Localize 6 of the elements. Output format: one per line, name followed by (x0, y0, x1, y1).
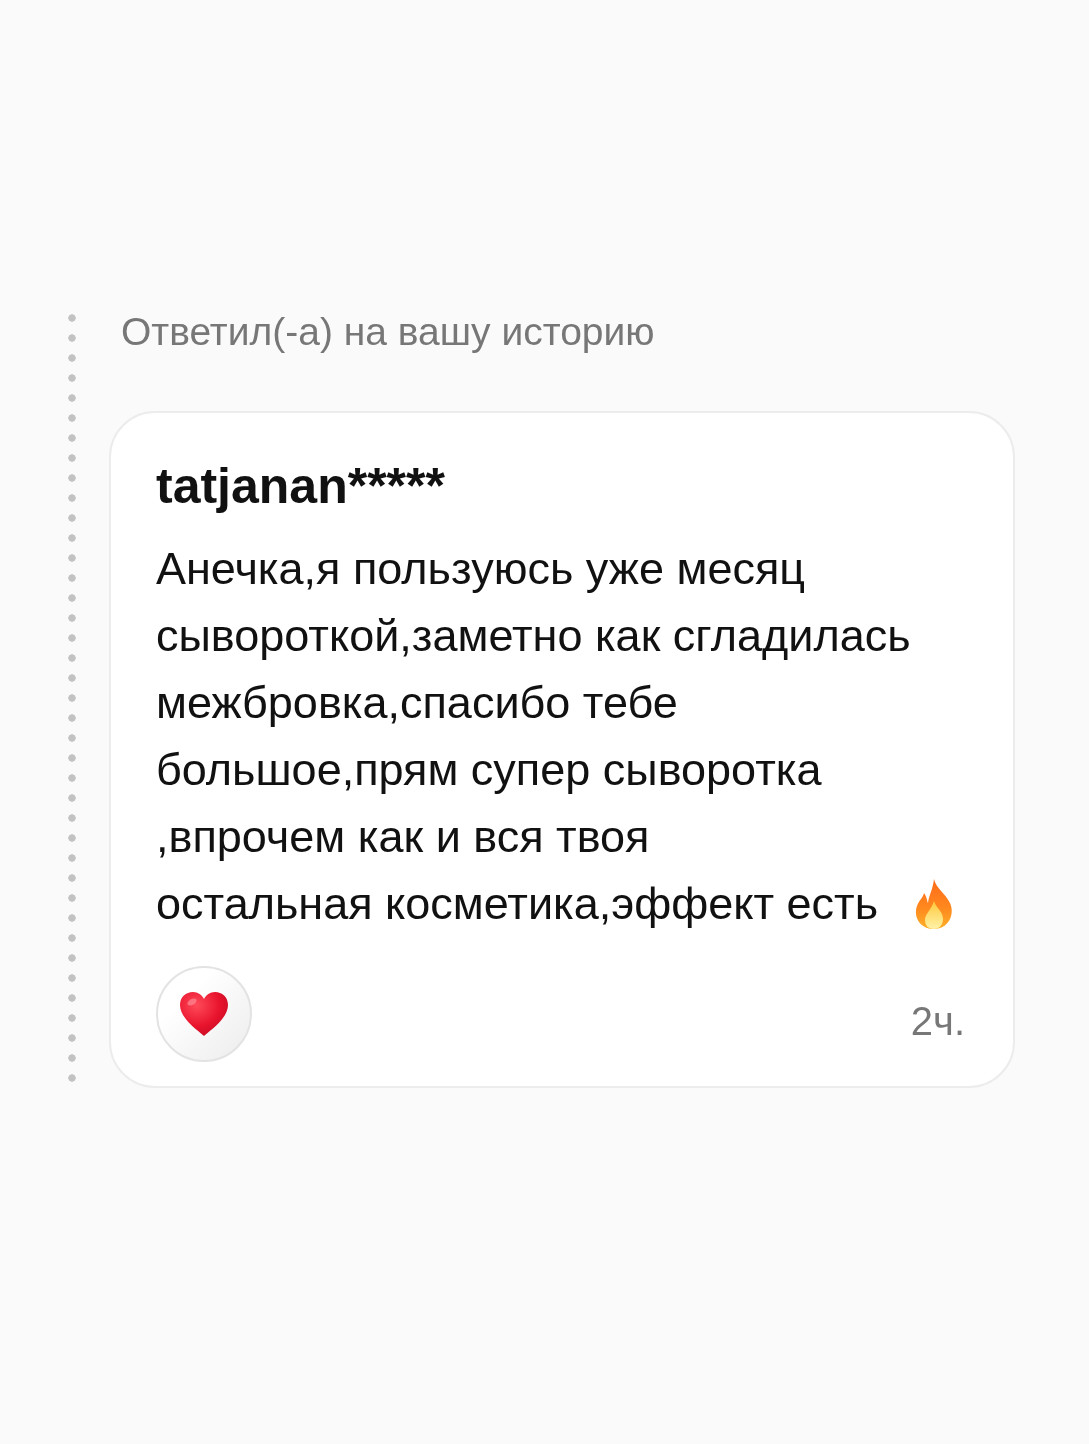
fire-icon (914, 879, 955, 929)
author-name: tatjanan***** (156, 457, 445, 515)
timestamp: 2ч. (910, 998, 965, 1044)
story-reply-label: Ответил(-а) на вашу историю (121, 310, 655, 354)
message-text: Анечка,я пользуюсь уже месяц сывороткой,заметно как сгладилась межбровка,спасибо тебе большое,прям супер сыворотка ,впрочем как и вся твоя остальная косметика,эффект есть (156, 543, 911, 929)
heart-icon (180, 992, 228, 1036)
